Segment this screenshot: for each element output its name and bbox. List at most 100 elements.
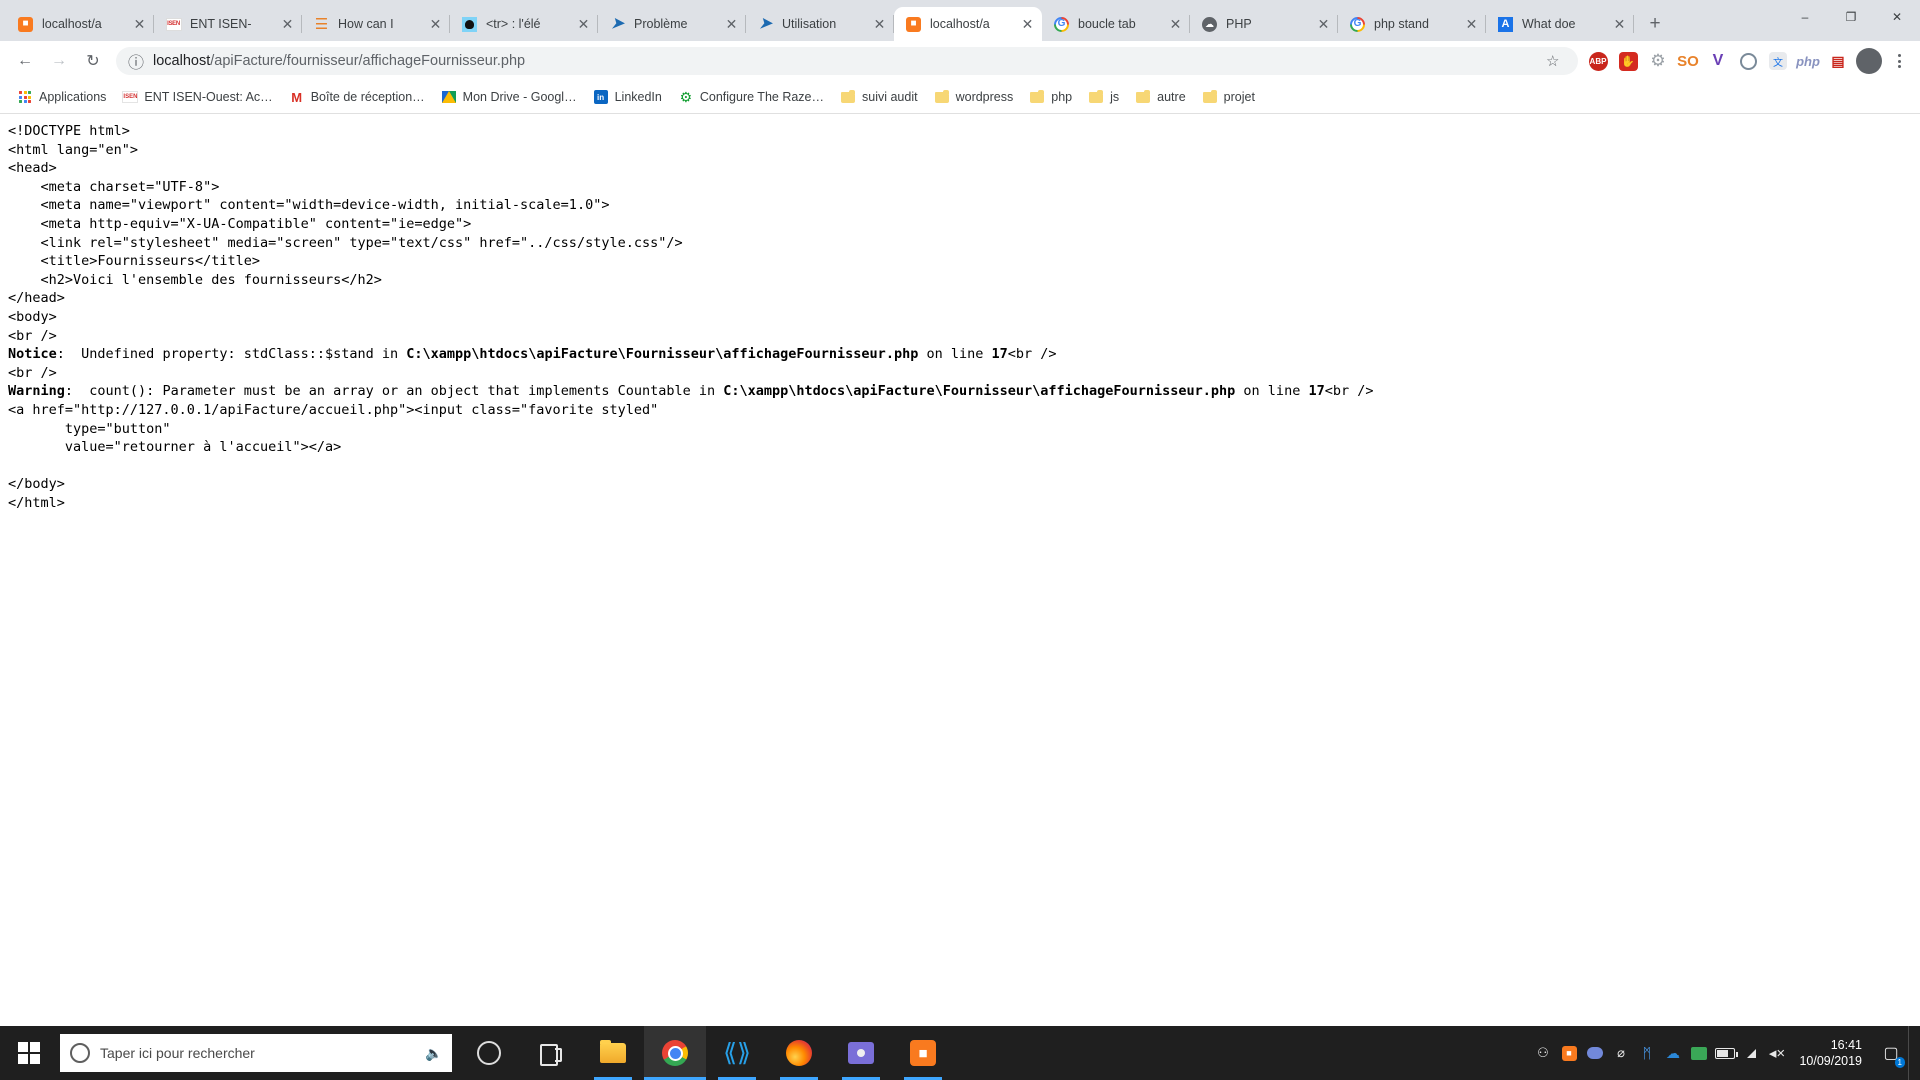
chrome-menu-icon[interactable] (1886, 46, 1912, 76)
browser-tab-9[interactable]: ☁ PHP ✕ (1190, 7, 1338, 41)
reload-icon[interactable]: ↻ (76, 44, 110, 78)
show-desktop-button[interactable] (1908, 1026, 1916, 1080)
forward-icon[interactable]: → (42, 44, 76, 78)
bookmark-label: projet (1223, 90, 1255, 104)
bookmark-applications[interactable]: Applications (10, 85, 113, 109)
close-icon[interactable]: ✕ (131, 16, 148, 33)
file-explorer-icon (600, 1040, 626, 1063)
source-line: <body> (8, 308, 57, 325)
close-icon[interactable]: ✕ (1463, 16, 1480, 33)
xampp-icon: ■ (905, 16, 922, 33)
close-icon[interactable]: ✕ (1315, 16, 1332, 33)
browser-tab-3[interactable]: ☰ How can I ✕ (302, 7, 450, 41)
source-line: <h2>Voici l'ensemble des fournisseurs</h… (8, 271, 382, 288)
bookmark-google-drive[interactable]: Mon Drive - Googl… (434, 85, 584, 109)
battery-icon[interactable] (1712, 1026, 1738, 1080)
browser-tab-11[interactable]: A What doe ✕ (1486, 7, 1634, 41)
bookmark-folder-projet[interactable]: projet (1195, 85, 1262, 109)
site-info-icon[interactable]: ⓘ (128, 53, 144, 72)
vimium-extension-icon[interactable]: V (1704, 47, 1732, 75)
bookmark-linkedin[interactable]: in LinkedIn (586, 85, 669, 109)
bookmark-gmail-inbox[interactable]: M Boîte de réception… (282, 85, 432, 109)
notification-center-button[interactable]: ▢ 1 (1874, 1026, 1908, 1080)
browser-tab-7-active[interactable]: ■ localhost/a ✕ (894, 7, 1042, 41)
adblock-hand-icon[interactable]: ✋ (1614, 47, 1642, 75)
maximize-button[interactable]: ❐ (1828, 0, 1874, 34)
browser-tab-6[interactable]: ➤ Utilisation ✕ (746, 7, 894, 41)
translate-extension-icon[interactable]: 文 (1764, 47, 1792, 75)
avatar[interactable] (1856, 48, 1882, 74)
close-icon[interactable]: ✕ (575, 16, 592, 33)
pdf-extension-icon[interactable]: ▤ (1824, 47, 1852, 75)
xampp-icon: ■ (17, 16, 34, 33)
close-icon[interactable]: ✕ (871, 16, 888, 33)
bookmark-folder-js[interactable]: js (1081, 85, 1126, 109)
close-icon[interactable]: ✕ (723, 16, 740, 33)
adblock-hand-glyph: ✋ (1618, 51, 1638, 71)
close-window-button[interactable]: ✕ (1874, 0, 1920, 34)
close-icon[interactable]: ✕ (279, 16, 296, 33)
gear-extension-icon[interactable]: ⚙ (1644, 47, 1672, 75)
tab-title: <tr> : l'élé (486, 17, 541, 31)
people-icon[interactable]: ⚇ (1530, 1026, 1556, 1080)
microphone-icon[interactable]: 🔈 (425, 1045, 442, 1061)
browser-tab-4[interactable]: <tr> : l'élé ✕ (450, 7, 598, 41)
url-text: localhost/apiFacture/fournisseur/afficha… (153, 53, 1540, 69)
browser-tab-8[interactable]: boucle tab ✕ (1042, 7, 1190, 41)
close-icon[interactable]: ✕ (427, 16, 444, 33)
bookmark-razer[interactable]: ⚙ Configure The Raze… (671, 85, 831, 109)
taskbar-search-input[interactable]: Taper ici pour rechercher 🔈 (60, 1034, 452, 1072)
circle-extension-icon[interactable] (1734, 47, 1762, 75)
taskbar-item-cortana[interactable] (458, 1026, 520, 1080)
close-icon[interactable]: ✕ (1611, 16, 1628, 33)
bookmark-star-icon[interactable]: ☆ (1546, 52, 1566, 70)
new-tab-button[interactable]: + (1638, 9, 1672, 39)
source-output: <!DOCTYPE html> <html lang="en"> <head> <m… (8, 122, 1912, 512)
volume-muted-icon[interactable]: ◂× (1764, 1026, 1790, 1080)
start-button[interactable] (0, 1026, 58, 1080)
gear-glyph: ⚙ (1650, 51, 1666, 70)
taskbar-item-file-explorer[interactable] (582, 1026, 644, 1080)
browser-tab-5[interactable]: ➤ Problème ✕ (598, 7, 746, 41)
taskbar-clock[interactable]: 16:41 10/09/2019 (1790, 1026, 1874, 1080)
battery-charging-icon[interactable] (1686, 1026, 1712, 1080)
apps-grid-icon (17, 89, 33, 105)
adblock-plus-icon[interactable]: ABP (1584, 47, 1612, 75)
taskbar-item-firefox[interactable] (768, 1026, 830, 1080)
page-content: <!DOCTYPE html> <html lang="en"> <head> <m… (0, 114, 1920, 1026)
browser-tab-1[interactable]: ■ localhost/a ✕ (6, 7, 154, 41)
taskbar-item-vscode[interactable]: ⟪⟫ (706, 1026, 768, 1080)
bookmark-folder-autre[interactable]: autre (1128, 85, 1193, 109)
onedrive-icon[interactable]: ☁ (1660, 1026, 1686, 1080)
stackoverflow-glyph: SO (1677, 52, 1699, 70)
bluetooth-icon[interactable]: ᛗ (1634, 1026, 1660, 1080)
taskbar-item-google-chrome[interactable] (644, 1026, 706, 1080)
minimize-button[interactable]: – (1782, 0, 1828, 34)
google-icon (1053, 16, 1070, 33)
vscode-icon: ⟪⟫ (723, 1039, 751, 1067)
close-icon[interactable]: ✕ (1167, 16, 1184, 33)
back-icon[interactable]: ← (8, 44, 42, 78)
taskbar-item-xampp[interactable]: ■ (892, 1026, 954, 1080)
network-icon[interactable] (1738, 1026, 1764, 1080)
jquery-icon: ➤ (759, 15, 772, 32)
address-bar[interactable]: ⓘ localhost/apiFacture/fournisseur/affic… (116, 47, 1578, 75)
php-extension-icon[interactable]: php (1794, 47, 1822, 75)
xampp-tray-icon[interactable]: ■ (1556, 1026, 1582, 1080)
bookmark-folder-php[interactable]: php (1022, 85, 1079, 109)
taskbar-item-media-player[interactable] (830, 1026, 892, 1080)
close-icon[interactable]: ✕ (1019, 16, 1036, 33)
pdf-glyph: ▤ (1831, 52, 1845, 69)
isen-icon: ISEN (122, 89, 139, 105)
camera-off-icon[interactable]: ⌀ (1608, 1026, 1634, 1080)
browser-tab-2[interactable]: ISEN ENT ISEN- ✕ (154, 7, 302, 41)
discord-tray-icon[interactable] (1582, 1026, 1608, 1080)
stackoverflow-extension-icon[interactable]: SO (1674, 47, 1702, 75)
browser-tab-10[interactable]: php stand ✕ (1338, 7, 1486, 41)
bookmark-folder-wordpress[interactable]: wordpress (927, 85, 1021, 109)
bookmark-folder-suivi-audit[interactable]: suivi audit (833, 85, 925, 109)
bookmark-ent-isen[interactable]: ISEN ENT ISEN-Ouest: Ac… (115, 85, 279, 109)
taskbar-item-task-view[interactable] (520, 1026, 582, 1080)
source-line: </html> (8, 494, 65, 511)
bookmark-label: LinkedIn (614, 90, 662, 104)
